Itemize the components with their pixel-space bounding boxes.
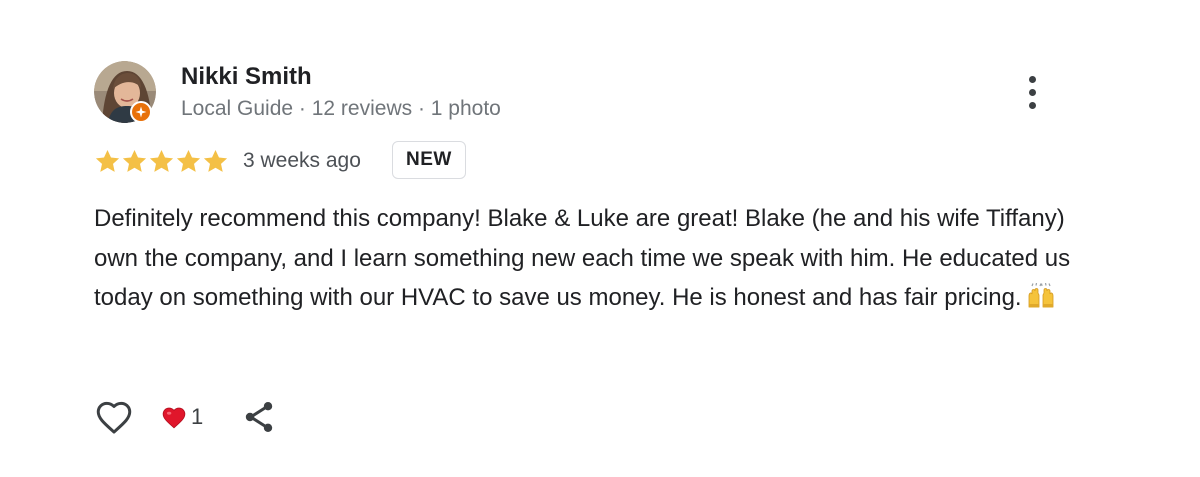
share-icon (245, 402, 273, 432)
review-text: Definitely recommend this company! Blake… (94, 205, 1071, 311)
more-vertical-icon-dot (1028, 88, 1036, 96)
reviewer-meta[interactable]: Local Guide · 12 reviews · 1 photo (181, 96, 501, 122)
reviewer-name[interactable]: Nikki Smith (181, 62, 312, 92)
star-icon (122, 149, 147, 172)
raising-hands-icon (1028, 283, 1053, 308)
reaction-summary[interactable]: 1 (161, 402, 203, 432)
star-icon (95, 149, 120, 172)
more-options-button[interactable] (1016, 72, 1048, 112)
heart-outline-icon (96, 401, 132, 434)
review-card: Nikki Smith Local Guide · 12 reviews · 1… (0, 0, 1200, 477)
local-guide-badge-icon (130, 101, 152, 123)
more-vertical-icon-dot (1028, 101, 1036, 109)
avatar[interactable] (94, 61, 156, 123)
like-button[interactable] (93, 396, 135, 438)
review-date: 3 weeks ago (243, 149, 361, 172)
reaction-count: 1 (191, 404, 204, 429)
star-icon (149, 149, 174, 172)
star-icon (176, 149, 201, 172)
new-badge: NEW (392, 141, 466, 179)
share-button[interactable] (241, 399, 277, 435)
star-rating (94, 147, 229, 175)
star-icon (203, 149, 228, 172)
review-body: Definitely recommend this company! Blake… (94, 199, 1084, 318)
more-vertical-icon (1028, 75, 1036, 83)
red-heart-icon (162, 407, 186, 429)
